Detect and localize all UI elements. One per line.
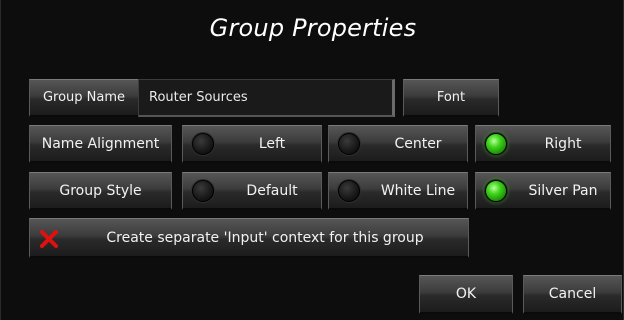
ok-button[interactable]: OK — [419, 275, 513, 314]
input-context-label: Create separate 'Input' context for this… — [106, 229, 424, 246]
align-center-label: Center — [394, 135, 442, 152]
group-properties-dialog: Group Properties Group Name Router Sourc… — [0, 0, 624, 320]
style-silver-pan-led-icon — [485, 180, 507, 202]
group-style-label: Group Style — [29, 172, 172, 210]
align-right-button[interactable]: Right — [475, 125, 611, 163]
font-button[interactable]: Font — [403, 79, 499, 117]
style-white-line-label: White Line — [380, 182, 456, 199]
red-x-icon — [40, 230, 58, 248]
style-default-led-icon — [192, 180, 214, 202]
ok-button-label: OK — [455, 286, 477, 302]
name-alignment-label: Name Alignment — [29, 125, 172, 163]
style-silver-pan-label: Silver Pan — [528, 182, 598, 199]
group-name-label: Group Name — [29, 79, 139, 117]
align-left-label: Left — [258, 135, 286, 152]
input-context-toggle[interactable]: Create separate 'Input' context for this… — [29, 218, 469, 258]
style-default-label: Default — [246, 182, 298, 199]
align-left-led-icon — [192, 133, 214, 155]
group-name-label-text: Group Name — [42, 90, 126, 105]
align-right-label: Right — [544, 135, 582, 152]
group-name-value: Router Sources — [149, 90, 248, 105]
group-name-input[interactable]: Router Sources — [138, 79, 395, 117]
cancel-button-label: Cancel — [548, 286, 597, 302]
style-white-line-button[interactable]: White Line — [328, 172, 468, 210]
align-center-led-icon — [338, 133, 360, 155]
group-style-label-text: Group Style — [59, 182, 142, 199]
dialog-title: Group Properties — [209, 14, 417, 42]
style-white-line-led-icon — [338, 180, 360, 202]
style-silver-pan-button[interactable]: Silver Pan — [475, 172, 611, 210]
align-left-button[interactable]: Left — [182, 125, 322, 163]
name-alignment-label-text: Name Alignment — [41, 135, 160, 152]
align-center-button[interactable]: Center — [328, 125, 468, 163]
cancel-button[interactable]: Cancel — [523, 275, 622, 314]
style-default-button[interactable]: Default — [182, 172, 322, 210]
align-right-led-icon — [485, 133, 507, 155]
font-button-label: Font — [436, 90, 466, 105]
